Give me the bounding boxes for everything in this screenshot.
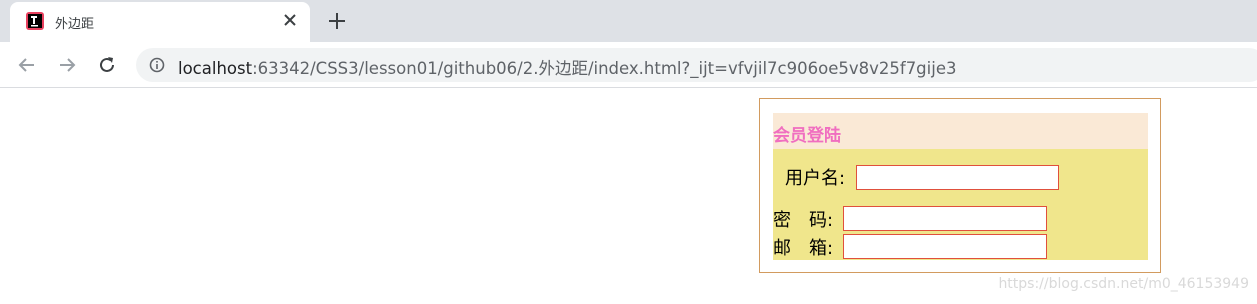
forward-icon[interactable] [56,54,78,76]
url-text[interactable]: localhost:63342/CSS3/lesson01/github06/2… [178,55,956,79]
login-title: 会员登陆 [773,126,841,146]
browser-toolbar: localhost:63342/CSS3/lesson01/github06/2… [0,42,1257,88]
browser-tab[interactable]: 外边距 [10,2,310,42]
username-input[interactable] [856,165,1059,190]
back-icon[interactable] [16,54,38,76]
login-header: 会员登陆 [773,113,1148,149]
tab-title: 外边距 [55,17,95,32]
reload-icon[interactable] [96,54,118,76]
url-path: :63342/CSS3/lesson01/github06/2.外边距/inde… [252,59,957,78]
info-icon[interactable] [149,57,165,73]
password-input[interactable] [843,206,1047,231]
new-tab-icon[interactable] [326,10,348,32]
close-icon[interactable] [282,12,298,28]
watermark: https://blog.csdn.net/m0_46153949 [998,276,1249,292]
jetbrains-icon [26,12,44,30]
email-input[interactable] [843,234,1047,259]
tab-strip: 外边距 [0,0,1257,42]
email-label: 邮 箱: [773,238,834,259]
login-box: 会员登陆 用户名: 密 码: 邮 箱: [759,98,1161,273]
login-form: 用户名: 密 码: 邮 箱: [773,149,1148,260]
password-label: 密 码: [773,210,834,231]
username-label: 用户名: [785,168,846,189]
address-bar[interactable]: localhost:63342/CSS3/lesson01/github06/2… [136,48,1257,82]
url-host: localhost [178,59,253,78]
